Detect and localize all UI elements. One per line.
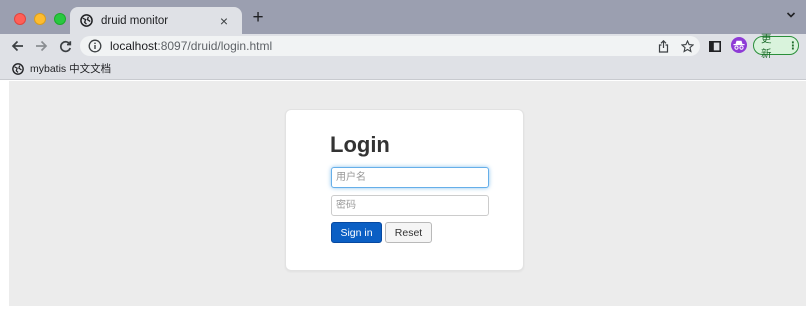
more-menu-icon[interactable]: ⋮: [788, 40, 799, 52]
url-host: localhost: [110, 39, 158, 53]
bookmark-label: mybatis 中文文档: [30, 63, 112, 75]
url-path: :8097/druid/login.html: [157, 39, 273, 53]
bookmarks-bar: mybatis 中文文档: [0, 58, 806, 80]
update-label: 更新: [761, 32, 772, 60]
arrow-right-icon: [35, 40, 47, 52]
update-button[interactable]: 更新 ⋮: [753, 33, 799, 60]
info-icon[interactable]: [88, 39, 102, 53]
chevron-down-icon[interactable]: [786, 11, 796, 19]
window-controls: [14, 13, 66, 25]
new-tab-button[interactable]: +: [249, 8, 267, 27]
url-text: localhost:8097/druid/login.html: [110, 39, 272, 53]
tab-title: druid monitor: [101, 14, 169, 27]
page-viewport: Login Sign in Reset: [9, 81, 806, 306]
forward-button[interactable]: [32, 37, 50, 55]
star-icon: [680, 39, 694, 53]
minimize-window-button[interactable]: [34, 13, 46, 25]
side-panel-button[interactable]: [707, 37, 723, 55]
profile-avatar[interactable]: [731, 37, 747, 53]
side-panel-icon: [709, 40, 721, 52]
password-input[interactable]: [331, 195, 489, 216]
address-bar[interactable]: localhost:8097/druid/login.html: [80, 36, 700, 56]
username-input[interactable]: [331, 167, 489, 188]
globe-icon: [12, 62, 24, 75]
close-tab-icon[interactable]: ×: [216, 14, 232, 28]
close-window-button[interactable]: [14, 13, 26, 25]
login-card: Login Sign in Reset: [285, 109, 524, 271]
incognito-icon: [733, 40, 745, 50]
browser-toolbar: localhost:8097/druid/login.html 更新 ⋮: [0, 33, 806, 60]
reload-button[interactable]: [56, 37, 74, 55]
page-title: Login: [330, 132, 390, 157]
sign-in-button[interactable]: Sign in: [331, 222, 382, 243]
bookmark-item[interactable]: mybatis 中文文档: [12, 61, 111, 76]
tab-strip: druid monitor × +: [0, 0, 806, 34]
reload-icon: [59, 40, 71, 52]
browser-tab[interactable]: druid monitor ×: [70, 7, 242, 34]
globe-icon: [80, 14, 93, 27]
reset-button[interactable]: Reset: [385, 222, 432, 243]
share-button[interactable]: [655, 37, 671, 55]
bookmark-star-button[interactable]: [679, 37, 695, 55]
maximize-window-button[interactable]: [54, 13, 66, 25]
back-button[interactable]: [8, 37, 26, 55]
arrow-left-icon: [11, 40, 23, 52]
share-icon: [658, 39, 668, 53]
